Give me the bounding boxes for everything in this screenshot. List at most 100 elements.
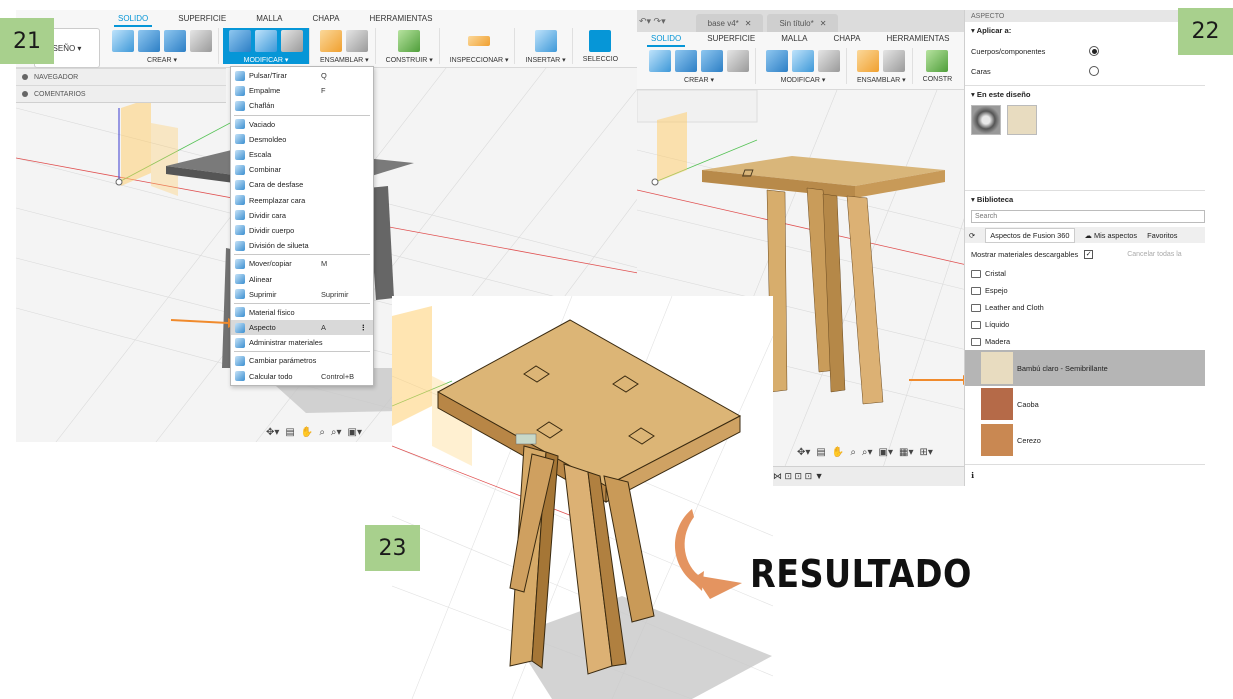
display-settings-icon[interactable]: ▣▾ xyxy=(348,427,362,438)
plane-icon[interactable] xyxy=(398,30,421,52)
tab-chapa[interactable]: CHAPA xyxy=(308,14,343,27)
menu-item[interactable]: Calcular todo Control+B xyxy=(231,369,373,384)
tab-malla[interactable]: MALLA xyxy=(777,34,811,47)
joint-icon[interactable] xyxy=(346,30,369,52)
material-item[interactable]: Bambú claro - Semibrillante xyxy=(965,350,1205,386)
timeline-bar[interactable]: ⋈ ⊡ ⊡ ⊡ ▼ xyxy=(767,466,967,486)
grid-icon[interactable]: ▦▾ xyxy=(899,447,913,458)
sketch-icon[interactable] xyxy=(649,50,671,72)
revolve-icon[interactable] xyxy=(164,30,186,52)
timeline-icons[interactable]: ⋈ ⊡ ⊡ ⊡ ▼ xyxy=(773,471,824,482)
menu-item[interactable]: Cambiar parámetros xyxy=(231,353,373,368)
fillet-icon[interactable] xyxy=(792,50,814,72)
folder-item[interactable]: Espejo xyxy=(965,282,1205,299)
insert-group[interactable]: INSERTAR ▾ xyxy=(519,28,573,64)
menu-item[interactable]: Escala xyxy=(231,147,373,162)
tab-herramientas[interactable]: HERRAMIENTAS xyxy=(882,34,953,47)
browser-comments[interactable]: COMENTARIOS xyxy=(16,85,226,102)
folder-item[interactable]: Madera xyxy=(965,333,1205,350)
construct-group[interactable]: CONSTRUIR ▾ xyxy=(380,28,440,64)
tab-solido[interactable]: SOLIDO xyxy=(647,34,686,47)
create-group[interactable]: CREAR ▾ xyxy=(106,28,219,64)
chamfer-icon[interactable] xyxy=(818,50,840,72)
material-item[interactable]: Cerezo xyxy=(965,422,1205,458)
press-pull-icon[interactable] xyxy=(766,50,788,72)
fillet-icon[interactable] xyxy=(255,30,277,52)
show-downloadable-checkbox[interactable]: ✓ xyxy=(1084,249,1094,259)
new-component-icon[interactable] xyxy=(320,30,343,52)
press-pull-icon[interactable] xyxy=(229,30,251,52)
menu-item[interactable]: Vaciado xyxy=(231,117,373,132)
undo-redo-icon[interactable]: ↶▾ ↷▾ xyxy=(639,16,666,27)
menu-item[interactable]: División de silueta xyxy=(231,238,373,253)
menu-item[interactable]: Alinear xyxy=(231,271,373,286)
menu-item[interactable]: Material físico xyxy=(231,305,373,320)
menu-item[interactable]: Chaflán xyxy=(231,98,373,113)
menu-item[interactable]: Aspecto A ⋮ xyxy=(231,320,373,336)
pan-icon[interactable]: ✋ xyxy=(832,447,844,458)
measure-icon[interactable] xyxy=(468,36,491,46)
menu-item[interactable]: Pulsar/Tirar Q xyxy=(231,68,373,83)
orbit-icon[interactable]: ✥▾ xyxy=(797,447,810,458)
bodies-radio[interactable] xyxy=(1089,46,1099,56)
menu-item[interactable]: Dividir cuerpo xyxy=(231,223,373,238)
cancel-all-link[interactable]: Cancelar todas la xyxy=(1127,251,1181,258)
browser-navigator[interactable]: NAVEGADOR xyxy=(16,68,226,85)
tab-favorites[interactable]: Favoritos xyxy=(1147,231,1177,240)
select-group[interactable]: SELECCIO xyxy=(577,28,624,64)
sketch-icon[interactable] xyxy=(112,30,134,52)
bamboo-swatch[interactable] xyxy=(1007,105,1038,135)
library-search-input[interactable]: Search xyxy=(971,210,1205,223)
info-icon[interactable]: ℹ xyxy=(971,471,974,480)
folder-item[interactable]: Cristal xyxy=(965,265,1205,282)
look-at-icon[interactable]: ▤ xyxy=(285,427,294,438)
zoom-window-icon[interactable]: ⌕ xyxy=(850,447,856,458)
modify-group[interactable]: MODIFICAR ▾ xyxy=(223,28,310,64)
construct-group[interactable]: CONSTR xyxy=(917,48,959,84)
hole-icon[interactable] xyxy=(727,50,749,72)
extrude-icon[interactable] xyxy=(675,50,697,72)
menu-item[interactable]: Administrar materiales xyxy=(231,335,373,350)
look-at-icon[interactable]: ▤ xyxy=(816,447,825,458)
display-settings-icon[interactable]: ▣▾ xyxy=(879,447,893,458)
menu-item[interactable]: Cara de desfase xyxy=(231,177,373,192)
metal-swatch[interactable] xyxy=(971,105,1001,135)
faces-option[interactable]: Caras xyxy=(971,61,1199,81)
pan-icon[interactable]: ✋ xyxy=(301,427,313,438)
extrude-icon[interactable] xyxy=(138,30,160,52)
folder-item[interactable]: Líquido xyxy=(965,316,1205,333)
inspect-group[interactable]: INSPECCIONAR ▾ xyxy=(444,28,516,64)
tab-chapa[interactable]: CHAPA xyxy=(829,34,864,47)
menu-item[interactable]: Suprimir Suprimir xyxy=(231,287,373,302)
tab-fusion-appearances[interactable]: Aspectos de Fusion 360 xyxy=(985,227,1075,243)
viewports-icon[interactable]: ⊞▾ xyxy=(919,447,932,458)
more-options-icon[interactable]: ⋮ xyxy=(360,323,367,332)
tab-superficie[interactable]: SUPERFICIE xyxy=(703,34,759,47)
tab-superficie[interactable]: SUPERFICIE xyxy=(174,14,230,27)
menu-item[interactable]: Dividir cara xyxy=(231,208,373,223)
revolve-icon[interactable] xyxy=(701,50,723,72)
tab-my-appearances[interactable]: ☁ Mis aspectos xyxy=(1085,231,1138,240)
tab-solido[interactable]: SOLIDO xyxy=(114,14,153,27)
menu-item[interactable]: Desmoldeo xyxy=(231,132,373,147)
tab-malla[interactable]: MALLA xyxy=(252,14,286,27)
menu-item[interactable]: Empalme F xyxy=(231,83,373,98)
zoom-icon[interactable]: ⌕▾ xyxy=(862,447,873,458)
joint-icon[interactable] xyxy=(883,50,906,72)
hole-icon[interactable] xyxy=(190,30,212,52)
close-icon[interactable]: ✕ xyxy=(745,19,752,28)
plane-icon[interactable] xyxy=(926,50,949,72)
zoom-icon[interactable]: ⌕▾ xyxy=(331,427,342,438)
select-icon[interactable] xyxy=(589,30,612,52)
menu-item[interactable]: Mover/copiar M xyxy=(231,256,373,271)
new-component-icon[interactable] xyxy=(857,50,880,72)
create-group[interactable]: CREAR ▾ xyxy=(643,48,756,84)
menu-item[interactable]: Reemplazar cara xyxy=(231,193,373,208)
zoom-window-icon[interactable]: ⌕ xyxy=(319,427,325,438)
chamfer-icon[interactable] xyxy=(281,30,303,52)
refresh-icon[interactable]: ⟳ xyxy=(969,231,975,240)
orbit-icon[interactable]: ✥▾ xyxy=(266,427,279,438)
modify-group[interactable]: MODIFICAR ▾ xyxy=(760,48,847,84)
assemble-group[interactable]: ENSAMBLAR ▾ xyxy=(314,28,376,64)
assemble-group[interactable]: ENSAMBLAR ▾ xyxy=(851,48,913,84)
